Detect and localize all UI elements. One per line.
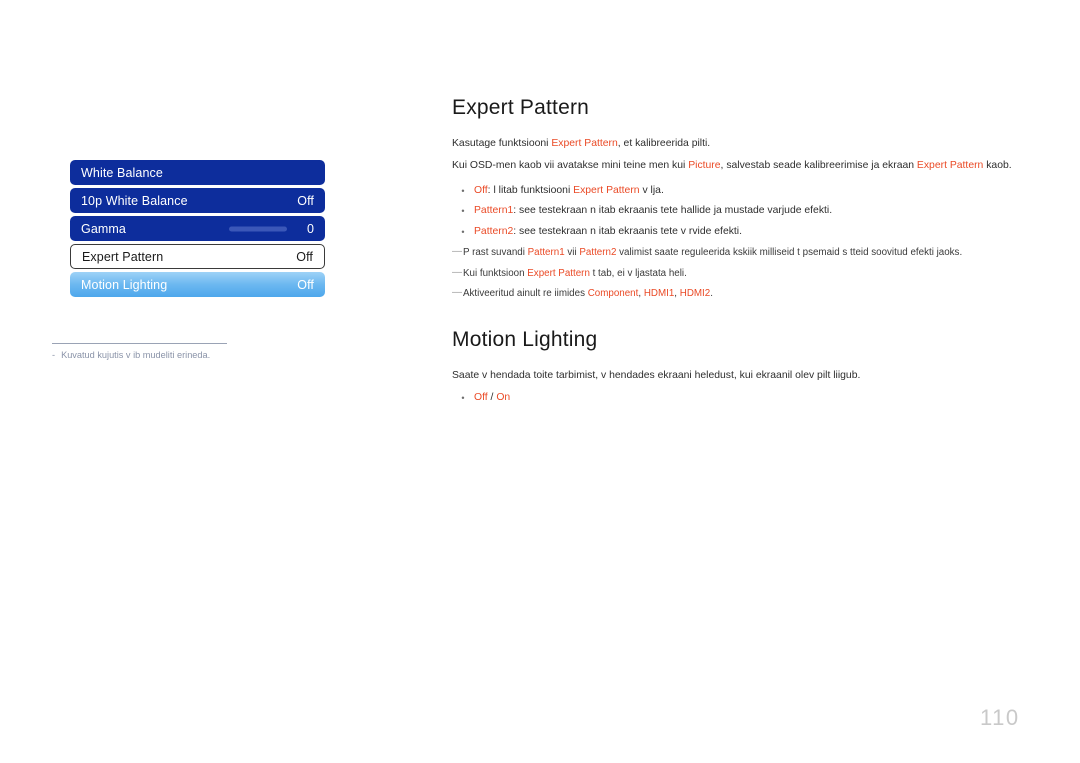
osd-menu-item-motion-lighting[interactable]: Motion Lighting Off — [70, 272, 325, 297]
note-item: — Aktiveeritud ainult re iimides Componen… — [452, 286, 1052, 302]
highlighted-term: HDMI1 — [643, 288, 675, 300]
osd-menu-item-expert-pattern[interactable]: Expert Pattern Off — [70, 244, 325, 269]
osd-menu-item-label: Expert Pattern — [82, 249, 164, 264]
text-run: . — [710, 288, 713, 300]
text-run: kaob. — [983, 159, 1012, 171]
bullet-text: Off / On — [474, 390, 1052, 407]
section-heading: Expert Pattern — [452, 96, 590, 119]
note-text: Aktiveeritud ainult re iimides Component… — [463, 286, 1052, 302]
osd-menu-item-label: 10p White Balance — [81, 193, 188, 208]
bullet-text: Pattern1: see testekraan n itab ekraanis… — [474, 203, 1052, 220]
osd-menu-item-value: Off — [296, 249, 313, 264]
footnote-line: - Kuvatud kujutis v ib mudeliti erineda. — [52, 350, 302, 360]
content-column: Expert Pattern Kasutage funktsiooni Exper… — [452, 96, 1052, 411]
bullet-item: • Off: l litab funktsiooni Expert Pattern… — [452, 183, 1052, 200]
text-run: , salvestab seade kalibreerimise ja ekra… — [720, 159, 917, 171]
osd-menu-item-label: Gamma — [81, 221, 126, 236]
highlighted-term: HDMI2 — [679, 288, 711, 300]
text-run: Aktiveeritud ainult re iimides — [463, 288, 588, 300]
text-run: Kasutage funktsiooni — [452, 138, 552, 150]
section-motion-lighting: Motion Lighting Saate v hendada toite tar… — [452, 328, 1052, 407]
osd-menu-panel: White Balance 10p White Balance Off Gamma 0 E… — [70, 160, 325, 300]
note-dash-icon: — — [452, 266, 462, 278]
footnote-text: Kuvatud kujutis v ib mudeliti erineda. — [61, 350, 211, 360]
highlighted-term: Component — [587, 288, 639, 300]
text-run: Saate v hendada toite tarbimist, v henda… — [452, 370, 861, 382]
osd-menu-item-label: Motion Lighting — [81, 277, 168, 292]
note-text: Kui funktsioon Expert Pattern t tab, ei … — [463, 266, 1052, 282]
note-item: — P rast suvandi Pattern1 vii Pattern2 va… — [452, 245, 1052, 261]
highlighted-term: Expert Pattern — [916, 159, 984, 171]
bullet-item: • Pattern2: see testekraan n itab ekraani… — [452, 224, 1052, 241]
highlighted-term: Expert Pattern — [551, 138, 618, 150]
note-dash-icon: — — [452, 245, 462, 257]
osd-menu-item-value: Off — [297, 193, 314, 208]
section-heading: Motion Lighting — [452, 328, 598, 352]
text-run: vii — [564, 246, 580, 258]
bullet-item: • Off / On — [452, 390, 1052, 407]
body-paragraph: Kui OSD-men kaob vii avatakse mini teine… — [452, 158, 1052, 175]
text-run: : see testekraan n itab ekraanis tete v … — [513, 226, 742, 238]
highlighted-term: Pattern1 — [527, 246, 565, 258]
highlighted-term: Picture — [688, 159, 721, 171]
bullet-text: Pattern2: see testekraan n itab ekraanis… — [474, 224, 1052, 241]
osd-menu-item-label: White Balance — [81, 165, 163, 180]
text-run: P rast suvandi — [463, 246, 528, 258]
text-run: Kui OSD-men kaob vii avatakse mini teine… — [452, 159, 689, 171]
text-run: valimist saate reguleerida kskiik millis… — [616, 246, 963, 258]
bullet-dot-icon: • — [461, 393, 465, 404]
text-run: v lja. — [639, 184, 664, 196]
highlighted-term: Off — [474, 184, 488, 196]
highlighted-term: Off — [474, 392, 488, 404]
footnote-divider — [52, 343, 227, 344]
text-run: , et kalibreerida pilti. — [617, 138, 711, 150]
osd-menu-item-gamma[interactable]: Gamma 0 — [70, 216, 325, 241]
note-dash-icon: — — [452, 287, 462, 299]
page-number: 110 — [980, 705, 1020, 730]
osd-menu-item-slider[interactable] — [229, 226, 287, 231]
highlighted-term: On — [496, 392, 511, 404]
body-paragraph: Saate v hendada toite tarbimist, v henda… — [452, 368, 1052, 385]
highlighted-term: Pattern2 — [474, 226, 514, 238]
osd-menu-item-value: 0 — [306, 221, 314, 236]
text-run: t tab, ei v ljastata heli. — [589, 267, 687, 279]
highlighted-term: Expert Pattern — [573, 184, 640, 196]
body-paragraph: Kasutage funktsiooni Expert Pattern, et … — [452, 136, 1052, 153]
text-run: : see testekraan n itab ekraanis tete ha… — [513, 205, 833, 217]
note-text: P rast suvandi Pattern1 vii Pattern2 val… — [463, 245, 1052, 261]
highlighted-term: Expert Pattern — [527, 267, 590, 279]
highlighted-term: Pattern1 — [474, 205, 514, 217]
bullet-text: Off: l litab funktsiooni Expert Pattern … — [474, 183, 1052, 200]
bullet-dot-icon: • — [461, 185, 465, 196]
footnote-dash-icon: - — [52, 350, 56, 360]
section-expert-pattern: Expert Pattern Kasutage funktsiooni Exper… — [452, 96, 1052, 302]
text-run: : l litab funktsiooni — [487, 184, 574, 196]
note-item: — Kui funktsioon Expert Pattern t tab, ei… — [452, 266, 1052, 282]
text-run: Kui funktsioon — [463, 267, 528, 279]
bullet-item: • Pattern1: see testekraan n itab ekraani… — [452, 203, 1052, 220]
osd-menu-footnote: - Kuvatud kujutis v ib mudeliti erineda. — [52, 343, 302, 360]
bullet-dot-icon: • — [461, 227, 465, 238]
highlighted-term: Pattern2 — [579, 246, 617, 258]
osd-menu-item-white-balance[interactable]: White Balance — [70, 160, 325, 185]
bullet-dot-icon: • — [461, 206, 465, 217]
osd-menu-item-10p-white-balance[interactable]: 10p White Balance Off — [70, 188, 325, 213]
osd-menu-item-value: Off — [297, 277, 314, 292]
